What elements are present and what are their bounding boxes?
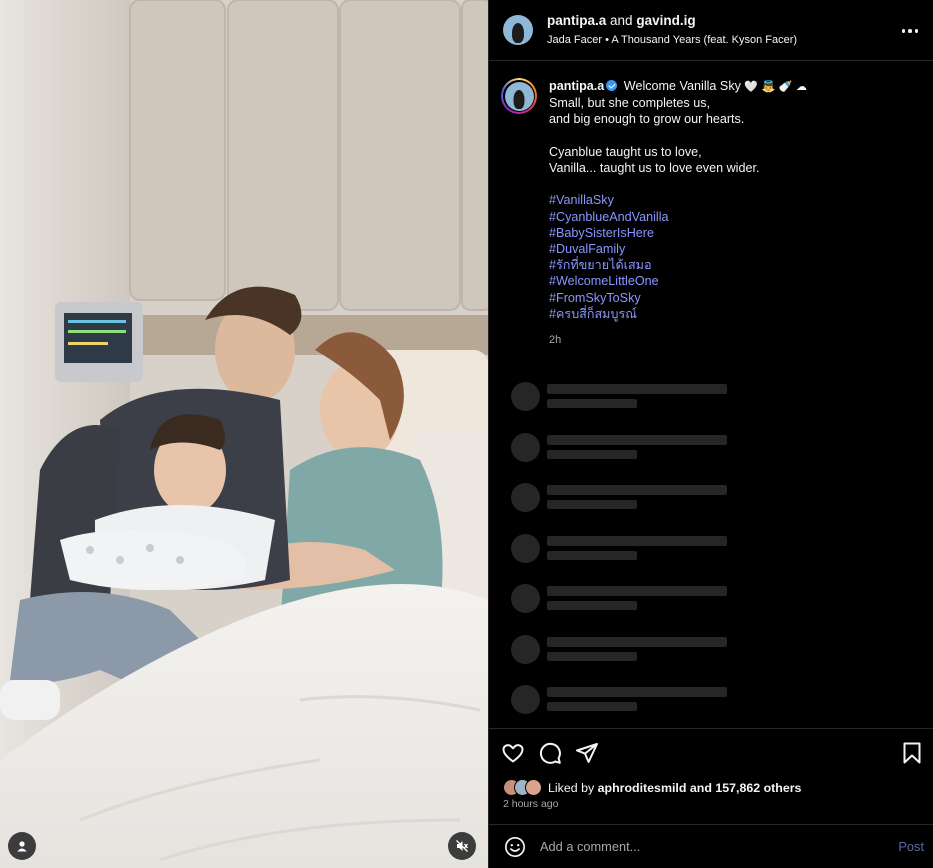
paper-plane-icon[interactable] xyxy=(575,741,599,765)
skeleton-comment-row xyxy=(511,582,727,633)
skeleton-comment-row xyxy=(511,633,727,684)
heart-icon[interactable] xyxy=(501,741,525,765)
caption-avatar xyxy=(504,81,534,111)
skeleton-comment-row xyxy=(511,380,727,431)
header-user2-link[interactable]: gavind.ig xyxy=(636,13,695,28)
likes-count[interactable]: and 157,862 others xyxy=(690,781,802,795)
post-header: pantipa.a and gavind.ig Jada Facer • A T… xyxy=(489,0,933,61)
hashtag-link[interactable]: #CyanblueAndVanilla xyxy=(549,209,921,225)
comment-bar: Post xyxy=(489,824,933,868)
comments-loading-skeleton xyxy=(511,380,727,734)
liker-username[interactable]: aphroditesmild xyxy=(598,781,687,795)
person-tag-icon xyxy=(17,841,27,852)
hashtag-link[interactable]: #DuvalFamily xyxy=(549,241,921,257)
caption-line: and big enough to grow our hearts. xyxy=(549,112,745,127)
more-options-icon[interactable] xyxy=(899,20,921,42)
post-age[interactable]: 2 hours ago xyxy=(503,798,558,810)
post-details-panel: pantipa.a and gavind.ig Jada Facer • A T… xyxy=(488,0,933,868)
post-comment-button[interactable]: Post xyxy=(898,839,924,854)
caption-avatar-ring[interactable] xyxy=(501,78,537,114)
skeleton-comment-row xyxy=(511,683,727,734)
bookmark-icon[interactable] xyxy=(900,741,924,765)
smiley-icon[interactable] xyxy=(504,836,526,858)
mute-button[interactable] xyxy=(448,832,476,860)
caption-title-emojis: 🤍 👼 🍼 ☁ xyxy=(744,80,808,93)
caption-username[interactable]: pantipa.a xyxy=(549,79,604,93)
liker-avatar xyxy=(525,779,542,796)
verified-badge-icon xyxy=(606,80,618,91)
skeleton-comment-row xyxy=(511,481,727,532)
caption-line: Small, but she completes us, xyxy=(549,96,710,111)
liker-avatars[interactable] xyxy=(503,779,542,796)
caption-title: Welcome Vanilla Sky xyxy=(623,79,741,93)
hashtag-link[interactable]: #ครบสี่ก็สมบูรณ์ xyxy=(549,306,921,322)
header-usernames: pantipa.a and gavind.ig xyxy=(547,12,797,30)
post-photo[interactable] xyxy=(0,0,488,868)
hashtag-link[interactable]: #FromSkyToSky xyxy=(549,290,921,306)
hashtag-link[interactable]: #BabySisterIsHere xyxy=(549,225,921,241)
header-user1-link[interactable]: pantipa.a xyxy=(547,13,606,28)
header-and-text: and xyxy=(610,13,633,28)
skeleton-comment-row xyxy=(511,532,727,583)
caption-line: Cyanblue taught us to love, xyxy=(549,144,702,159)
hashtag-link[interactable]: #รักที่ขยายได้เสมอ xyxy=(549,257,921,273)
caption-timestamp[interactable]: 2h xyxy=(549,332,921,348)
tag-button[interactable] xyxy=(8,832,36,860)
header-avatar[interactable] xyxy=(503,15,533,45)
post-actions: Liked by aphroditesmild and 157,862 othe… xyxy=(489,728,933,824)
hashtag-link[interactable]: #VanillaSky xyxy=(549,192,921,208)
comment-input[interactable] xyxy=(540,839,870,854)
caption: pantipa.a Welcome Vanilla Sky 🤍 👼 🍼 ☁ Sm… xyxy=(501,78,921,348)
likes-summary: Liked by aphroditesmild and 157,862 othe… xyxy=(503,779,801,796)
muted-speaker-icon xyxy=(456,840,469,852)
likes-prefix: Liked by xyxy=(548,780,595,795)
music-link[interactable]: Jada Facer • A Thousand Years (feat. Kys… xyxy=(547,32,797,48)
caption-line: Vanilla... taught us to love even wider. xyxy=(549,161,760,175)
family-hospital-photo xyxy=(0,0,488,868)
comment-bubble-icon[interactable] xyxy=(538,741,562,765)
skeleton-comment-row xyxy=(511,431,727,482)
hashtag-link[interactable]: #WelcomeLittleOne xyxy=(549,273,921,289)
